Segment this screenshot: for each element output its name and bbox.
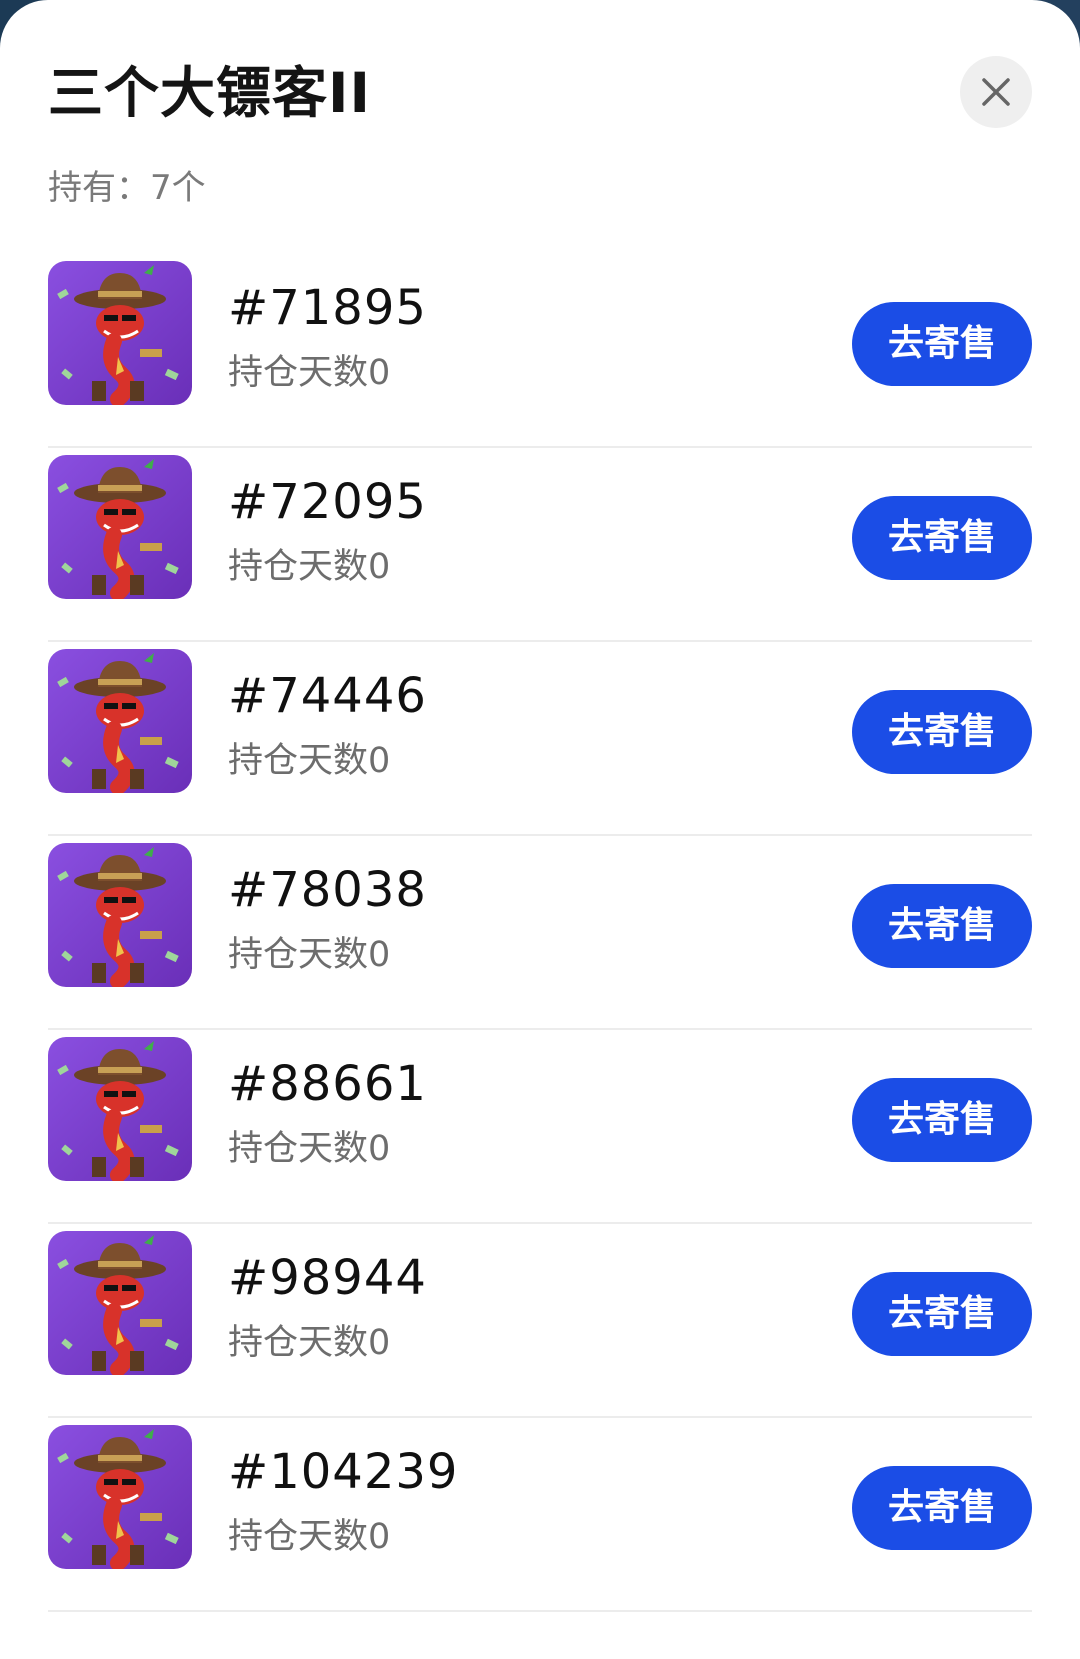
- token-id: #88661: [228, 1056, 427, 1112]
- token-id: #72095: [228, 474, 427, 530]
- cowboy-snake-nft-icon: [48, 843, 192, 987]
- close-icon: [982, 78, 1010, 106]
- holding-days: 持仓天数0: [228, 1129, 391, 1169]
- token-id: #98944: [228, 1250, 427, 1306]
- token-id: #104239: [228, 1444, 459, 1500]
- token-id: #74446: [228, 668, 427, 724]
- sheet-title: 三个大镖客II: [48, 61, 371, 125]
- cowboy-snake-nft-icon: [48, 455, 192, 599]
- consign-button[interactable]: 去寄售: [852, 1272, 1032, 1356]
- close-button[interactable]: [960, 56, 1032, 128]
- holding-days: 持仓天数0: [228, 1517, 391, 1557]
- holding-days: 持仓天数0: [228, 741, 391, 781]
- holding-days: 持仓天数0: [228, 547, 391, 587]
- consign-button[interactable]: 去寄售: [852, 302, 1032, 386]
- list-item: #78038 持仓天数0 去寄售: [48, 836, 1032, 1030]
- holding-days: 持仓天数0: [228, 1323, 391, 1363]
- cowboy-snake-nft-icon: [48, 261, 192, 405]
- holding-days: 持仓天数0: [228, 935, 391, 975]
- consign-button[interactable]: 去寄售: [852, 496, 1032, 580]
- divider: [48, 1610, 1032, 1612]
- holding-days: 持仓天数0: [228, 353, 391, 393]
- consign-button[interactable]: 去寄售: [852, 1466, 1032, 1550]
- consign-button[interactable]: 去寄售: [852, 1078, 1032, 1162]
- cowboy-snake-nft-icon: [48, 649, 192, 793]
- cowboy-snake-nft-icon: [48, 1425, 192, 1569]
- list-item: #88661 持仓天数0 去寄售: [48, 1030, 1032, 1224]
- list-item: #72095 持仓天数0 去寄售: [48, 448, 1032, 642]
- list-item: #71895 持仓天数0 去寄售: [48, 254, 1032, 448]
- consign-button[interactable]: 去寄售: [852, 690, 1032, 774]
- holding-count: 持有：7个: [48, 168, 206, 208]
- token-id: #78038: [228, 862, 427, 918]
- consign-button[interactable]: 去寄售: [852, 884, 1032, 968]
- holdings-bottom-sheet: 三个大镖客II 持有：7个 #71895 持仓天数0 去寄售 #72095 持仓…: [0, 0, 1080, 1659]
- list-item: #98944 持仓天数0 去寄售: [48, 1224, 1032, 1418]
- token-id: #71895: [228, 280, 427, 336]
- holdings-list: #71895 持仓天数0 去寄售 #72095 持仓天数0 去寄售 #74446…: [48, 254, 1032, 1612]
- cowboy-snake-nft-icon: [48, 1037, 192, 1181]
- cowboy-snake-nft-icon: [48, 1231, 192, 1375]
- list-item: #74446 持仓天数0 去寄售: [48, 642, 1032, 836]
- list-item: #104239 持仓天数0 去寄售: [48, 1418, 1032, 1612]
